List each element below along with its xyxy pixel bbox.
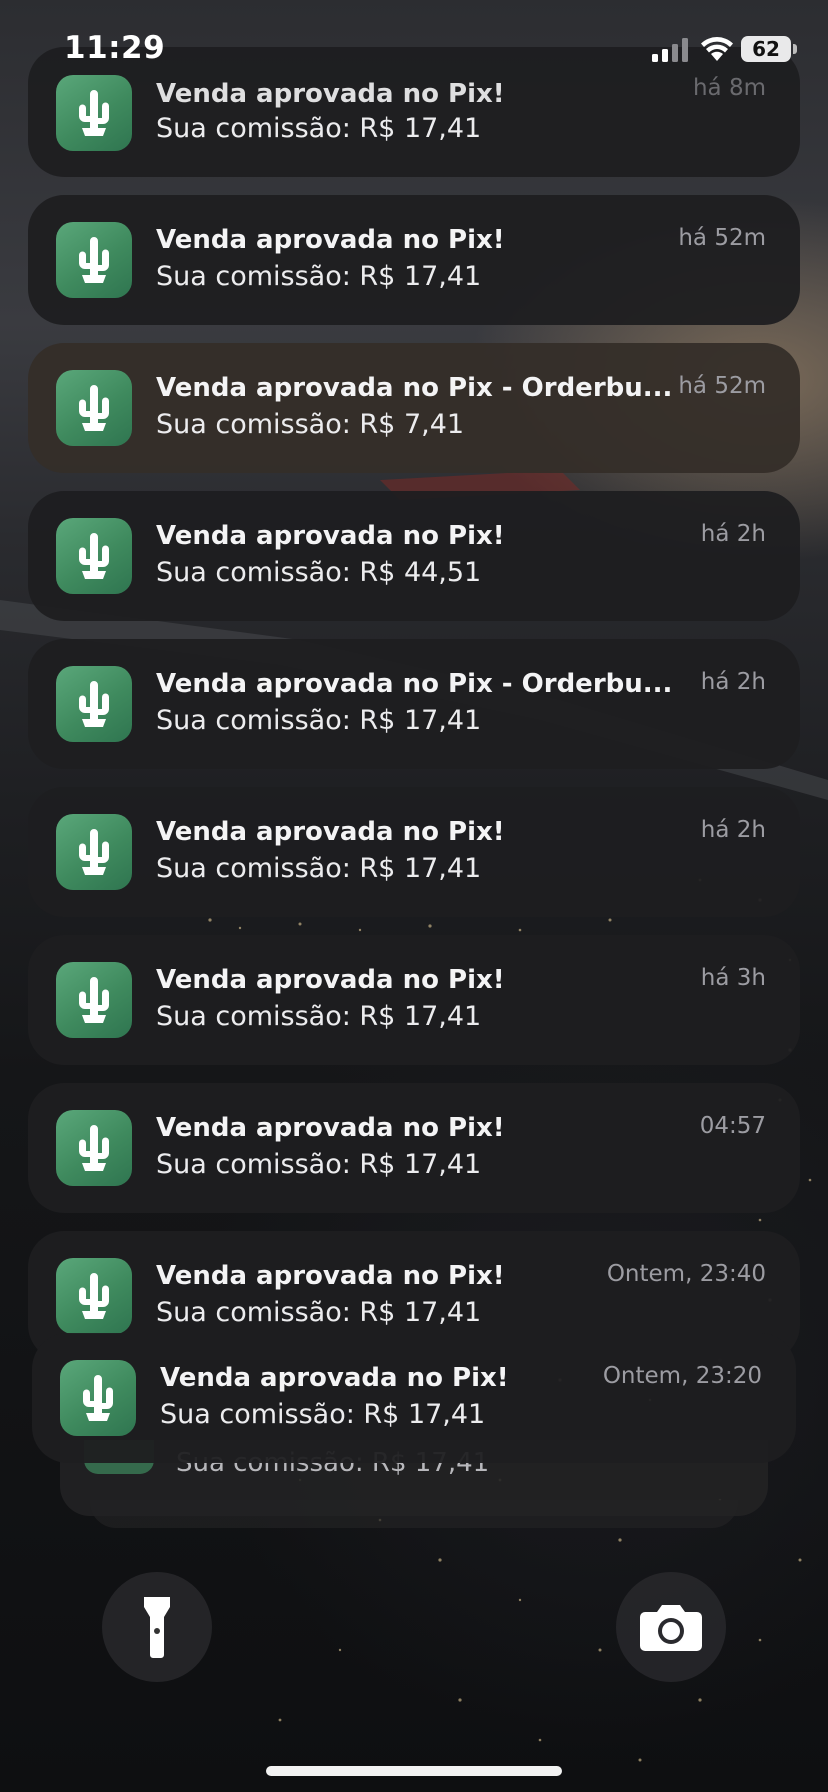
notification-body: Sua comissão: R$ 17,41 bbox=[156, 1297, 482, 1328]
notification-time: há 52m bbox=[678, 373, 766, 399]
notification-card[interactable]: Venda aprovada no Pix - Orderbu... Sua c… bbox=[28, 639, 800, 769]
notification-time: 04:57 bbox=[699, 1113, 766, 1139]
notification-card[interactable]: Venda aprovada no Pix - Orderbu... Sua c… bbox=[28, 343, 800, 473]
notification-body: Sua comissão: R$ 17,41 bbox=[156, 261, 482, 292]
status-bar: 11:29 62 bbox=[0, 0, 828, 100]
notification-time: há 3h bbox=[700, 965, 766, 991]
wifi-icon bbox=[701, 37, 733, 61]
notification-title: Venda aprovada no Pix! bbox=[156, 1113, 505, 1143]
notification-body: Sua comissão: R$ 17,41 bbox=[160, 1399, 486, 1430]
battery-indicator: 62 bbox=[741, 36, 791, 62]
notification-card[interactable]: Venda aprovada no Pix! Sua comissão: R$ … bbox=[28, 935, 800, 1065]
cactus-icon bbox=[56, 1110, 132, 1186]
notification-body: Sua comissão: R$ 17,41 bbox=[156, 1149, 482, 1180]
cactus-icon bbox=[56, 962, 132, 1038]
notification-body: Sua comissão: R$ 17,41 bbox=[156, 113, 482, 144]
notification-body: Sua comissão: R$ 7,41 bbox=[156, 409, 465, 440]
notification-title: Venda aprovada no Pix! bbox=[156, 817, 505, 847]
notification-time: Ontem, 23:40 bbox=[606, 1261, 766, 1287]
notification-time: Ontem, 23:20 bbox=[602, 1363, 762, 1389]
notification-title: Venda aprovada no Pix! bbox=[156, 521, 505, 551]
cactus-icon bbox=[56, 222, 132, 298]
notification-title: Venda aprovada no Pix! bbox=[156, 965, 505, 995]
home-indicator[interactable] bbox=[266, 1766, 562, 1776]
notification-title: Venda aprovada no Pix - Orderbu... bbox=[156, 373, 673, 403]
notification-body: Sua comissão: R$ 17,41 bbox=[156, 1001, 482, 1032]
notification-card[interactable]: Venda aprovada no Pix! Sua comissão: R$ … bbox=[28, 787, 800, 917]
cactus-icon bbox=[60, 1360, 136, 1436]
notification-title: Venda aprovada no Pix - Orderbu... bbox=[156, 669, 673, 699]
notification-title: Venda aprovada no Pix! bbox=[156, 225, 505, 255]
notification-body: Sua comissão: R$ 44,51 bbox=[156, 557, 482, 588]
cactus-icon bbox=[56, 518, 132, 594]
cactus-icon bbox=[56, 666, 132, 742]
flashlight-button[interactable] bbox=[102, 1572, 212, 1682]
camera-icon bbox=[640, 1605, 702, 1651]
notification-time: há 2h bbox=[700, 521, 766, 547]
cactus-icon bbox=[56, 814, 132, 890]
flashlight-icon bbox=[144, 1597, 170, 1658]
notification-body: Sua comissão: R$ 17,41 bbox=[156, 705, 482, 736]
notification-time: há 2h bbox=[700, 817, 766, 843]
cactus-icon bbox=[56, 370, 132, 446]
cactus-icon bbox=[56, 1258, 132, 1334]
notification-card[interactable]: Venda aprovada no Pix! Sua comissão: R$ … bbox=[32, 1333, 796, 1463]
notification-card[interactable]: Venda aprovada no Pix! Sua comissão: R$ … bbox=[28, 195, 800, 325]
notification-time: há 52m bbox=[678, 225, 766, 251]
cellular-signal-icon bbox=[652, 38, 688, 62]
battery-tip bbox=[793, 44, 797, 54]
notification-body: Sua comissão: R$ 17,41 bbox=[156, 853, 482, 884]
camera-button[interactable] bbox=[616, 1572, 726, 1682]
notification-card[interactable]: Venda aprovada no Pix! Sua comissão: R$ … bbox=[28, 1083, 800, 1213]
notification-time: há 2h bbox=[700, 669, 766, 695]
status-time: 11:29 bbox=[64, 30, 166, 66]
notification-card[interactable]: Venda aprovada no Pix! Sua comissão: R$ … bbox=[28, 491, 800, 621]
